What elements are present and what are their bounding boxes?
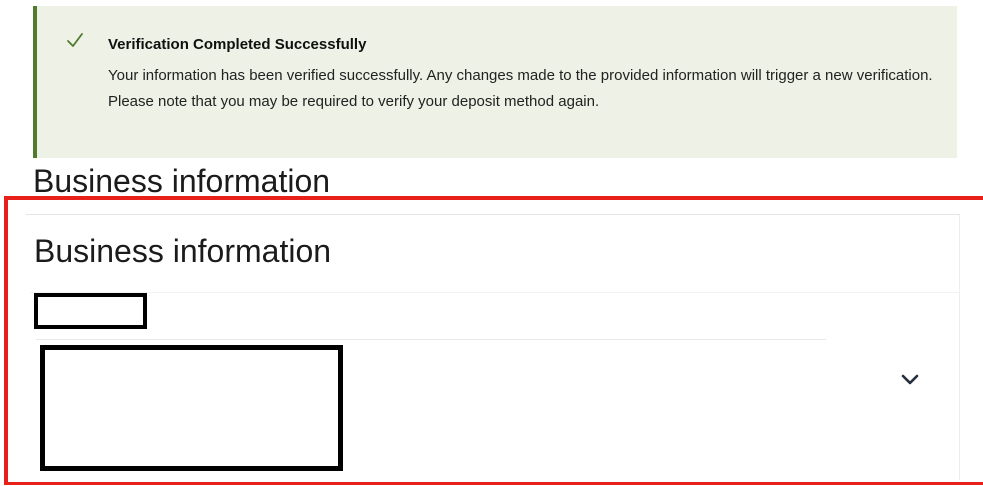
section-title: Business information [34, 233, 332, 269]
field-label-redaction [34, 293, 147, 329]
field-value-redaction[interactable] [40, 345, 343, 471]
alert-title: Verification Completed Successfully [108, 36, 367, 53]
chevron-down-icon[interactable] [897, 368, 923, 390]
check-icon [67, 33, 83, 47]
alert-message: Your information has been verified succe… [108, 67, 933, 110]
field-divider [36, 339, 826, 340]
page: Verification Completed Successfully Your… [0, 0, 983, 486]
verification-success-alert: Verification Completed Successfully Your… [33, 6, 957, 158]
